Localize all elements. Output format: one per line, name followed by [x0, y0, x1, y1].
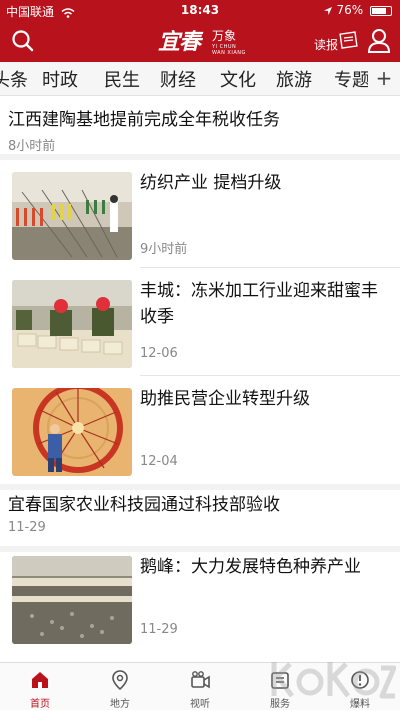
read-newspaper-label: 读报 [314, 38, 339, 52]
tab-local-label: 地方 [110, 699, 130, 710]
news-title: 纺织产业 提档升级 [140, 173, 282, 193]
newspaper-icon [339, 31, 358, 49]
app-logo: 宜春 万象 YI CHUN WAN XIANG [158, 24, 248, 56]
tab-video-label: 视听 [190, 699, 210, 710]
app-header: 中国联通 18:43 76% 宜春 万象 YI CHUN WAN XIANG 读… [0, 0, 400, 62]
news-title: 鹅峰：大力发展特色种养产业 [140, 557, 361, 577]
tab-wenhua[interactable]: 文化 [220, 66, 256, 92]
tab-caijing[interactable]: 财经 [160, 66, 196, 92]
news-item-image[interactable]: 纺织产业 提档升级 9小时前 [0, 160, 400, 268]
read-newspaper-button[interactable]: 读报 [312, 28, 360, 54]
news-title: 助推民营企业转型升级 [140, 389, 310, 409]
header-toolbar: 宜春 万象 YI CHUN WAN XIANG 读报 [0, 22, 400, 60]
news-time: 9小时前 [140, 242, 188, 257]
news-title: 江西建陶基地提前完成全年税收任务 [8, 110, 280, 130]
status-right: 76% [323, 3, 392, 17]
location-pin-icon [112, 670, 128, 691]
tab-minsheng[interactable]: 民生 [104, 66, 140, 92]
home-icon [32, 672, 48, 688]
watermark-logo [271, 662, 396, 699]
news-item-image[interactable]: 助推民营企业转型升级 12-04 [0, 376, 400, 484]
tab-lvyou[interactable]: 旅游 [276, 66, 312, 92]
add-channel-button[interactable]: + [368, 62, 400, 95]
news-item-image[interactable]: 丰城：冻米加工行业迎来甜蜜丰收季 12-06 [0, 268, 400, 376]
user-button[interactable] [366, 27, 392, 55]
news-time: 8小时前 [8, 139, 56, 154]
tab-video[interactable]: 视听 [160, 663, 240, 711]
logo-main-text: 宜春 [158, 29, 201, 55]
news-item-text[interactable]: 江西建陶基地提前完成全年税收任务 8小时前 [0, 96, 400, 154]
tab-local[interactable]: 地方 [80, 663, 160, 711]
logo-sub-text: 万象 [212, 29, 237, 43]
tab-home-label: 首页 [30, 699, 50, 710]
news-thumbnail-farming [12, 556, 132, 644]
tab-shizheng[interactable]: 时政 [42, 66, 78, 92]
news-time: 11-29 [8, 520, 46, 535]
status-bar: 中国联通 18:43 76% [0, 0, 400, 20]
channel-tabs: 头条 时政 民生 财经 文化 旅游 专题 + [0, 62, 400, 96]
news-time: 12-06 [140, 346, 178, 361]
news-item-image[interactable]: 鹅峰：大力发展特色种养产业 11-29 [0, 544, 400, 652]
search-icon [12, 30, 34, 52]
news-thumbnail-machine [12, 388, 132, 476]
logo-en-text: YI CHUN WAN XIANG [212, 44, 246, 56]
tab-toutiao[interactable]: 头条 [0, 66, 28, 92]
news-feed[interactable]: 江西建陶基地提前完成全年税收任务 8小时前 纺织产业 提档升级 9小时前 丰城：… [0, 96, 400, 662]
news-thumbnail-rice-cake [12, 280, 132, 368]
news-item-text[interactable]: 宜春国家农业科技园通过科技部验收 11-29 [0, 490, 400, 548]
tab-home[interactable]: 首页 [0, 663, 80, 711]
battery-percent: 76% [336, 3, 364, 17]
news-title: 丰城：冻米加工行业迎来甜蜜丰收季 [140, 281, 378, 327]
battery-icon [370, 5, 392, 16]
user-icon [367, 29, 391, 53]
search-button[interactable] [9, 27, 37, 55]
news-title: 宜春国家农业科技园通过科技部验收 [8, 495, 280, 515]
news-time: 11-29 [140, 622, 178, 637]
tab-zhuanti[interactable]: 专题 [334, 66, 370, 92]
news-time: 12-04 [140, 454, 178, 469]
location-arrow-icon [323, 6, 332, 15]
video-camera-icon [191, 671, 210, 689]
news-thumbnail-textile [12, 172, 132, 260]
